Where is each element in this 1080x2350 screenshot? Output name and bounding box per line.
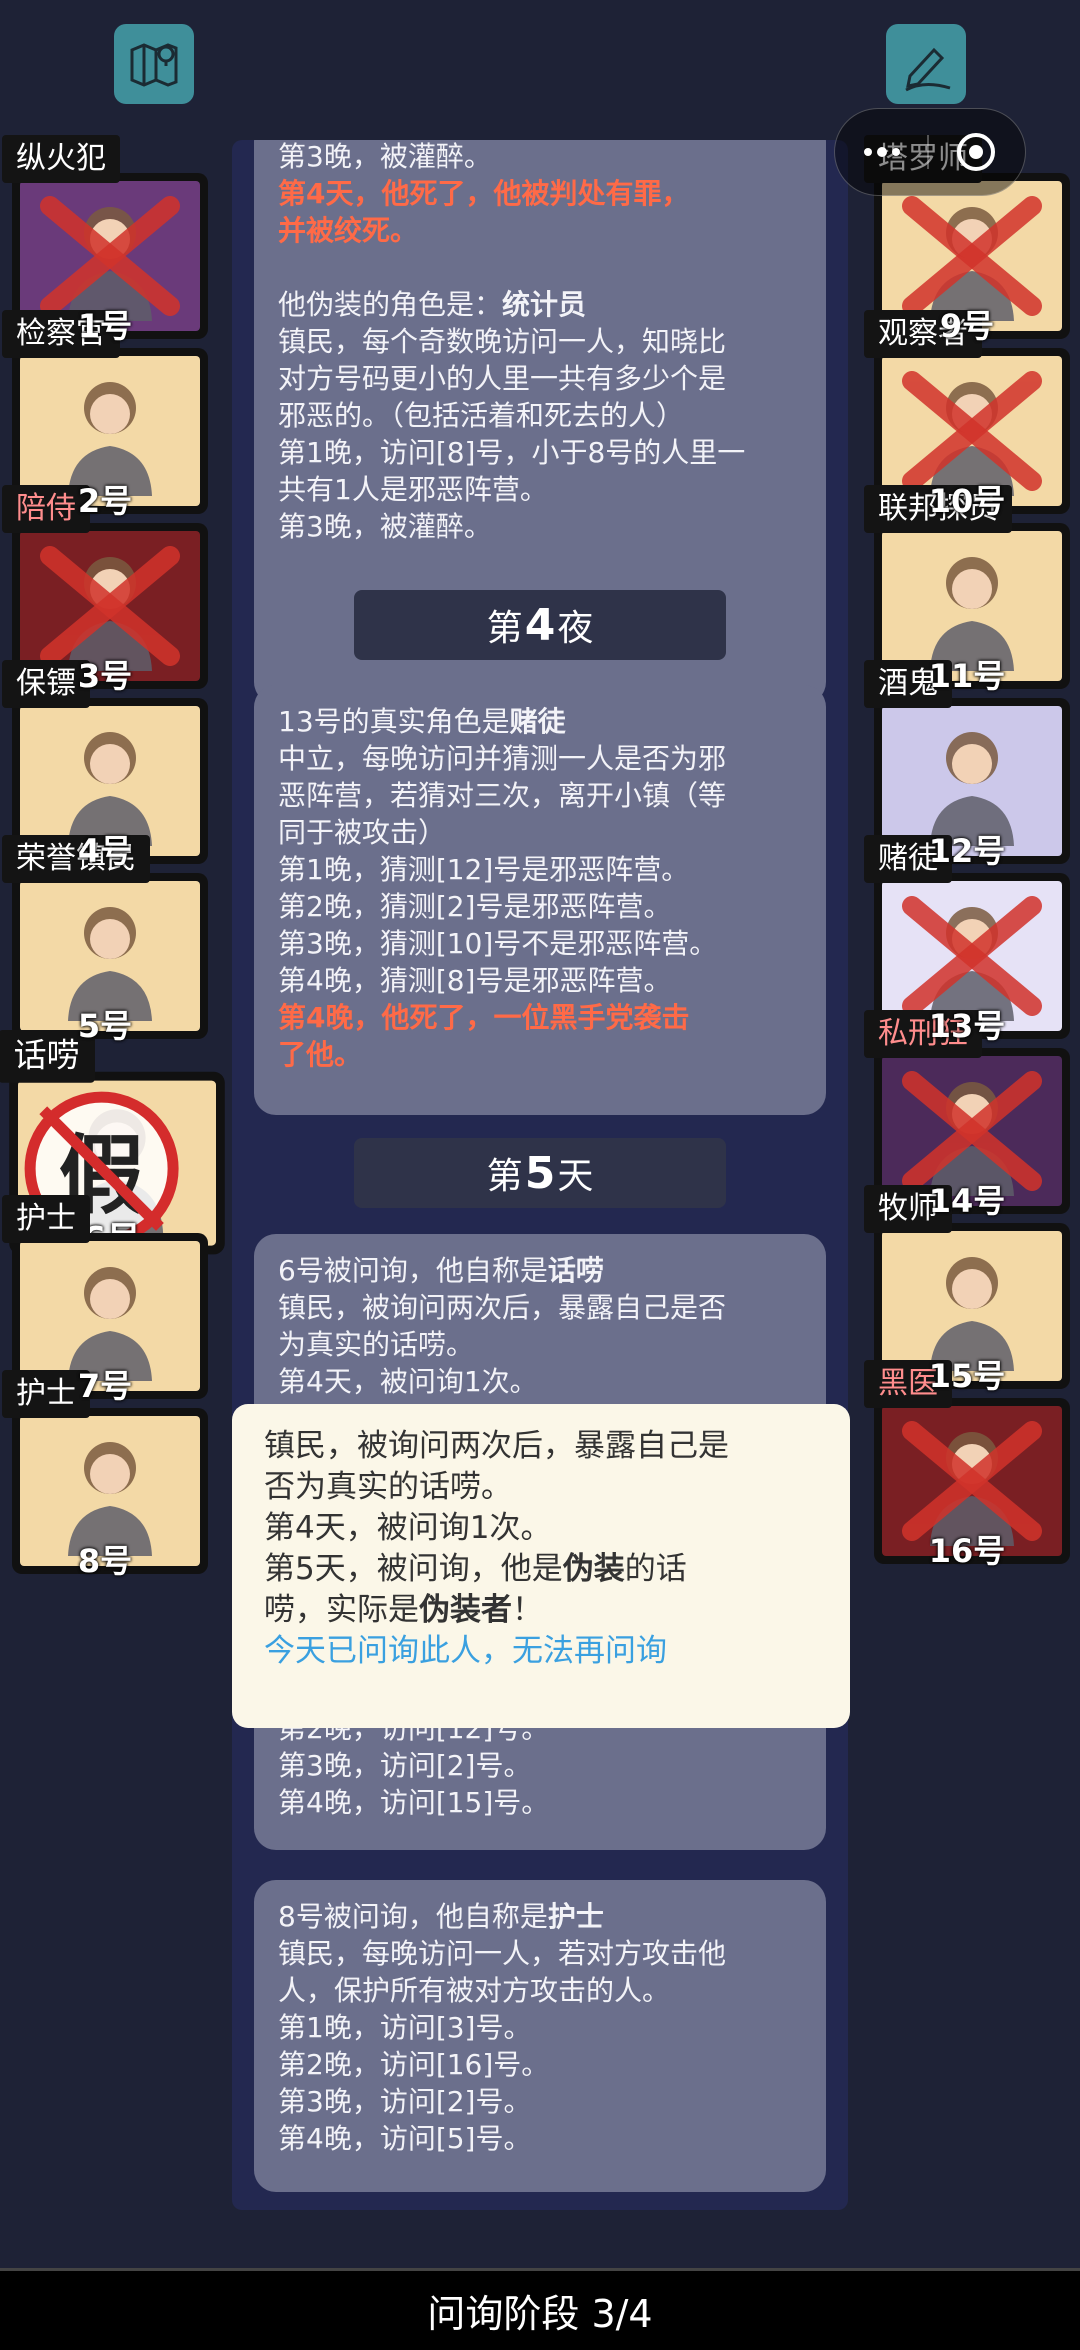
phase-separator: 第5天 [354, 1138, 726, 1208]
log-line: 第1晚，访问[3]号。 [278, 2011, 532, 2044]
player-number: 10号 [928, 482, 1006, 520]
phase-separator: 第4夜 [354, 590, 726, 660]
game-log-feed[interactable]: 第3晚，被灌醉。 第4天，他死了，他被判处有罪， 并被绞死。 他伪装的角色是：统… [232, 140, 848, 2210]
player-tile[interactable]: 护士 7号 [0, 1195, 210, 1407]
log-line: 镇民，每个奇数晚访问一人，知晓比 [278, 325, 727, 358]
log-line: 第3晚，被灌醉。 [278, 140, 492, 173]
role-name: 护士 [547, 1900, 604, 1933]
player-number: 3号 [77, 657, 133, 695]
role-tag: 护士 [2, 1195, 90, 1243]
mini-program-capsule [834, 108, 1026, 196]
player-number: 1号 [77, 307, 133, 345]
death-line: 第4天，他死了，他被判处有罪， [278, 177, 690, 210]
log-line: 第2晚，猜测[2]号是邪恶阵营。 [278, 890, 672, 923]
role-tag: 纵火犯 [2, 135, 120, 183]
player-tile[interactable]: 纵火犯 1号 [0, 135, 210, 347]
log-line: 他伪装的角色是： [278, 288, 503, 321]
log-line: 对方号码更小的人里一共有多少个是 [278, 362, 727, 395]
player-number: 7号 [77, 1367, 133, 1405]
more-dots-icon[interactable] [862, 142, 902, 162]
death-line: 了他。 [278, 1038, 363, 1071]
player-number: 4号 [77, 832, 133, 870]
map-button[interactable] [114, 24, 194, 104]
log-line: 人，保护所有被对方攻击的人。 [278, 1974, 671, 2007]
player-number: 14号 [928, 1182, 1006, 1220]
player-number: 5号 [77, 1007, 133, 1045]
cannot-inquire-notice: 今天已问询此人，无法再问询 [264, 1633, 667, 1669]
player-number: 15号 [928, 1357, 1006, 1395]
player-number: 9号 [939, 307, 995, 345]
log-line: 第2晚，访问[16]号。 [278, 2048, 550, 2081]
log-line: 共有1人是邪恶阵营。 [278, 473, 548, 506]
pencil-icon [905, 47, 951, 92]
log-card: 13号的真实角色是赌徒 中立，每晚访问并猜测一人是否为邪 恶阵营，若猜对三次，离… [254, 685, 826, 1115]
log-line: 第1晚，猜测[12]号是邪恶阵营。 [278, 853, 690, 886]
log-line: 邪恶的。（包括活着和死去的人） [278, 399, 685, 432]
log-line: 第3晚，访问[2]号。 [278, 1749, 532, 1782]
log-line: 第3晚，猜测[10]号不是邪恶阵营。 [278, 927, 718, 960]
log-line: 同于被攻击） [278, 816, 447, 849]
player-number: 11号 [928, 657, 1006, 695]
notes-button[interactable] [886, 24, 966, 104]
role-name: 话唠 [547, 1254, 604, 1287]
player-number: 8号 [77, 1542, 133, 1580]
role-name: 统计员 [502, 288, 587, 321]
player-number: 2号 [77, 482, 133, 520]
log-line: 第3晚，访问[2]号。 [278, 2085, 532, 2118]
role-name: 赌徒 [509, 705, 566, 738]
player-number: 12号 [928, 832, 1006, 870]
inquiry-tooltip: 镇民，被询问两次后，暴露自己是 否为真实的话唠。 第4天，被问询1次。 第5天，… [232, 1404, 850, 1728]
log-line: 中立，每晚访问并猜测一人是否为邪 [278, 742, 727, 775]
phase-label: 问询阶段 3/4 [427, 2292, 653, 2336]
map-pin-icon [130, 43, 178, 87]
target-icon[interactable] [954, 130, 998, 174]
log-line: 恶阵营，若猜对三次，离开小镇（等 [278, 779, 727, 812]
death-line: 第4晚，他死了，一位黑手党袭击 [278, 1001, 690, 1034]
log-line: 为真实的话唠。 [278, 1328, 475, 1361]
log-line: 第4晚，访问[15]号。 [278, 1786, 550, 1819]
death-line: 并被绞死。 [278, 214, 419, 247]
player-number: 13号 [928, 1007, 1006, 1045]
phase-status-bar: 问询阶段 3/4 [0, 2268, 1080, 2350]
log-line: 第4晚，猜测[8]号是邪恶阵营。 [278, 964, 672, 997]
log-card: 8号被问询，他自称是护士 镇民，每晚访问一人，若对方攻击他 人，保护所有被对方攻… [254, 1880, 826, 2192]
log-line: 第4晚，访问[5]号。 [278, 2122, 532, 2155]
player-number: 16号 [928, 1532, 1006, 1570]
log-line: 镇民，每晚访问一人，若对方攻击他 [278, 1937, 727, 1970]
log-line: 镇民，被询问两次后，暴露自己是否 [278, 1291, 727, 1324]
log-line: 第1晚，访问[8]号，小于8号的人里一 [278, 436, 746, 469]
log-line: 第4天，被问询1次。 [278, 1365, 538, 1398]
log-line: 第3晚，被灌醉。 [278, 510, 492, 543]
